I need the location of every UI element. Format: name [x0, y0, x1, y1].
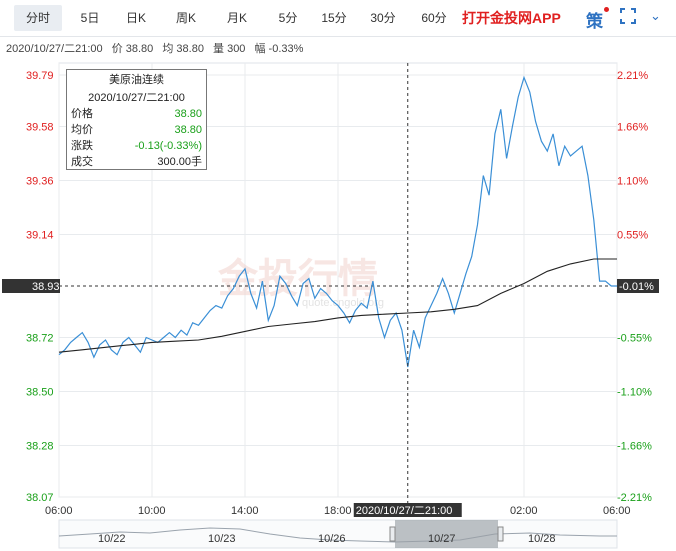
- y-tick-left: 38.07: [26, 492, 54, 504]
- watermark: 金投行情: [217, 256, 378, 301]
- navigator-handle-right[interactable]: [497, 526, 504, 542]
- tooltip-price-label: 价格: [71, 108, 93, 120]
- x-tick-label: 02:00: [510, 505, 538, 517]
- y-tick-right: -1.10%: [617, 387, 652, 399]
- tooltip-volume-label: 成交: [71, 156, 93, 168]
- reference-label: 38.93: [32, 281, 60, 293]
- x-tick-label: 06:00: [603, 505, 631, 517]
- y-tick-right: 1.66%: [617, 122, 648, 134]
- y-tick-left: 38.50: [26, 387, 54, 399]
- crosshair-label: 2020/10/27/二21:00: [356, 505, 453, 517]
- tooltip-volume-value: 300.00手: [157, 156, 202, 168]
- y-tick-right: 0.55%: [617, 229, 648, 241]
- watermark-sub: quote.cngold.org: [302, 297, 384, 309]
- navigator-date-label: 10/26: [318, 533, 346, 545]
- x-tick-label: 10:00: [138, 505, 166, 517]
- y-tick-right: -0.55%: [617, 333, 652, 345]
- tooltip-change-value: -0.13(-0.33%): [134, 140, 202, 152]
- y-tick-right: 2.21%: [617, 70, 648, 82]
- navigator-date-label: 10/22: [98, 533, 126, 545]
- reference-pct-label: -0.01%: [619, 281, 654, 293]
- y-tick-left: 39.14: [26, 229, 54, 241]
- x-tick-label: 18:00: [324, 505, 352, 517]
- y-tick-left: 38.28: [26, 440, 54, 452]
- tooltip-avg-label: 均价: [71, 124, 93, 136]
- tooltip-panel: 美原油连续 2020/10/27/二21:00 价格 38.80 均价 38.80 …: [66, 69, 207, 170]
- tooltip-title: 美原油连续: [109, 74, 164, 86]
- x-tick-label: 14:00: [231, 505, 259, 517]
- navigator-handle-left[interactable]: [389, 526, 396, 542]
- navigator-date-label: 10/23: [208, 533, 236, 545]
- navigator-date-label: 10/27: [428, 533, 456, 545]
- y-tick-right: -2.21%: [617, 492, 652, 504]
- tooltip-avg-value: 38.80: [174, 124, 202, 136]
- navigator-date-label: 10/28: [528, 533, 556, 545]
- y-tick-left: 39.58: [26, 122, 54, 134]
- y-tick-right: 1.10%: [617, 176, 648, 188]
- y-tick-left: 38.72: [26, 333, 54, 345]
- y-tick-left: 39.36: [26, 176, 54, 188]
- tooltip-price-value: 38.80: [174, 108, 202, 120]
- y-tick-right: -1.66%: [617, 440, 652, 452]
- y-tick-left: 39.79: [26, 70, 54, 82]
- tooltip-datetime: 2020/10/27/二21:00: [88, 92, 185, 104]
- tooltip-change-label: 涨跌: [71, 140, 93, 152]
- x-tick-label: 06:00: [45, 505, 73, 517]
